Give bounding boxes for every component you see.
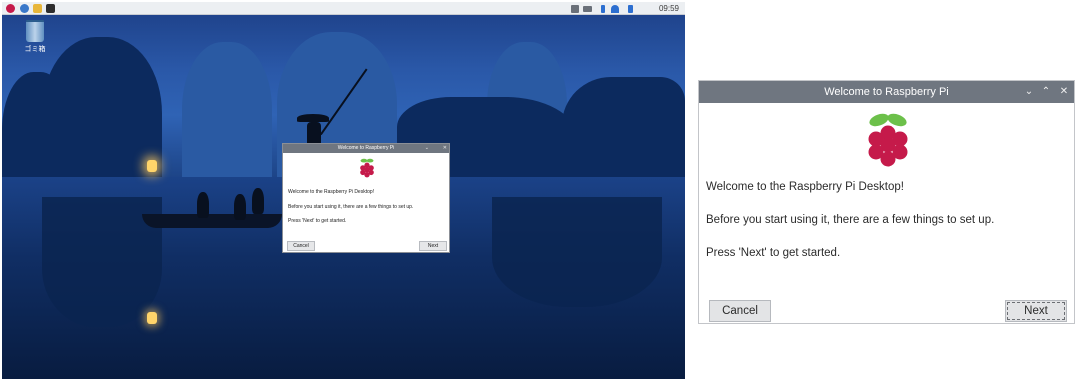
boat xyxy=(142,214,282,228)
lantern xyxy=(147,160,157,172)
volume-icon[interactable] xyxy=(628,5,633,13)
raspberry-menu-icon[interactable] xyxy=(6,4,15,13)
close-icon[interactable]: ✕ xyxy=(443,144,447,153)
mini-welcome-line3: Press 'Next' to get started. xyxy=(288,218,347,224)
taskbar: 09:59 xyxy=(2,2,685,15)
dialog-titlebar: Welcome to Raspberry Pi ⌄ ⌃ ✕ xyxy=(699,81,1074,103)
close-icon[interactable]: ✕ xyxy=(1057,81,1071,103)
welcome-line3: Press 'Next' to get started. xyxy=(706,247,841,259)
desktop: 09:59 ゴミ箱 Welcome to Raspberry Pi ⌄ ✕ We… xyxy=(2,2,685,379)
mountain xyxy=(182,42,272,192)
mini-cancel-button[interactable]: Cancel xyxy=(287,241,315,251)
trash-label: ゴミ箱 xyxy=(24,46,46,53)
cancel-button[interactable]: Cancel xyxy=(709,300,771,322)
dialog-title: Welcome to Raspberry Pi xyxy=(824,86,949,98)
welcome-dialog: Welcome to Raspberry Pi ⌄ ⌃ ✕ Welcome to… xyxy=(698,80,1075,324)
cormorant xyxy=(197,192,209,218)
trash-desktop-icon[interactable]: ゴミ箱 xyxy=(22,20,48,54)
web-browser-icon[interactable] xyxy=(20,4,29,13)
fisherman-hat xyxy=(297,114,329,122)
minimize-icon[interactable]: ⌄ xyxy=(425,144,429,153)
cormorant xyxy=(252,188,264,214)
mini-welcome-line2: Before you start using it, there are a f… xyxy=(288,204,414,210)
mini-next-button[interactable]: Next xyxy=(419,241,447,251)
minimize-icon[interactable]: ⌄ xyxy=(1022,81,1036,103)
file-manager-icon[interactable] xyxy=(33,4,42,13)
terminal-icon[interactable] xyxy=(46,4,55,13)
next-button[interactable]: Next xyxy=(1005,300,1067,322)
lantern-reflection xyxy=(147,312,157,324)
welcome-line1: Welcome to the Raspberry Pi Desktop! xyxy=(706,181,904,193)
raspberry-pi-logo-icon xyxy=(868,113,908,167)
mini-welcome-line1: Welcome to the Raspberry Pi Desktop! xyxy=(288,189,375,195)
mini-dialog-titlebar: Welcome to Raspberry Pi ⌄ ✕ xyxy=(283,144,449,153)
battery-icon[interactable] xyxy=(583,6,592,12)
welcome-line2: Before you start using it, there are a f… xyxy=(706,214,995,226)
cormorant xyxy=(234,194,246,220)
wifi-icon[interactable] xyxy=(611,5,619,13)
welcome-dialog-thumbnail: Welcome to Raspberry Pi ⌄ ✕ Welcome to t… xyxy=(282,143,450,253)
clock[interactable]: 09:59 xyxy=(659,3,679,14)
network-icon[interactable] xyxy=(571,5,579,13)
mini-dialog-title: Welcome to Raspberry Pi xyxy=(337,145,395,151)
maximize-icon[interactable]: ⌃ xyxy=(1039,81,1053,103)
screenshot: 09:59 ゴミ箱 Welcome to Raspberry Pi ⌄ ✕ We… xyxy=(0,0,1082,381)
raspberry-pi-logo-icon xyxy=(360,158,374,178)
bluetooth-icon[interactable] xyxy=(601,5,605,13)
trash-icon xyxy=(26,20,44,42)
mountain-reflection xyxy=(492,197,662,307)
